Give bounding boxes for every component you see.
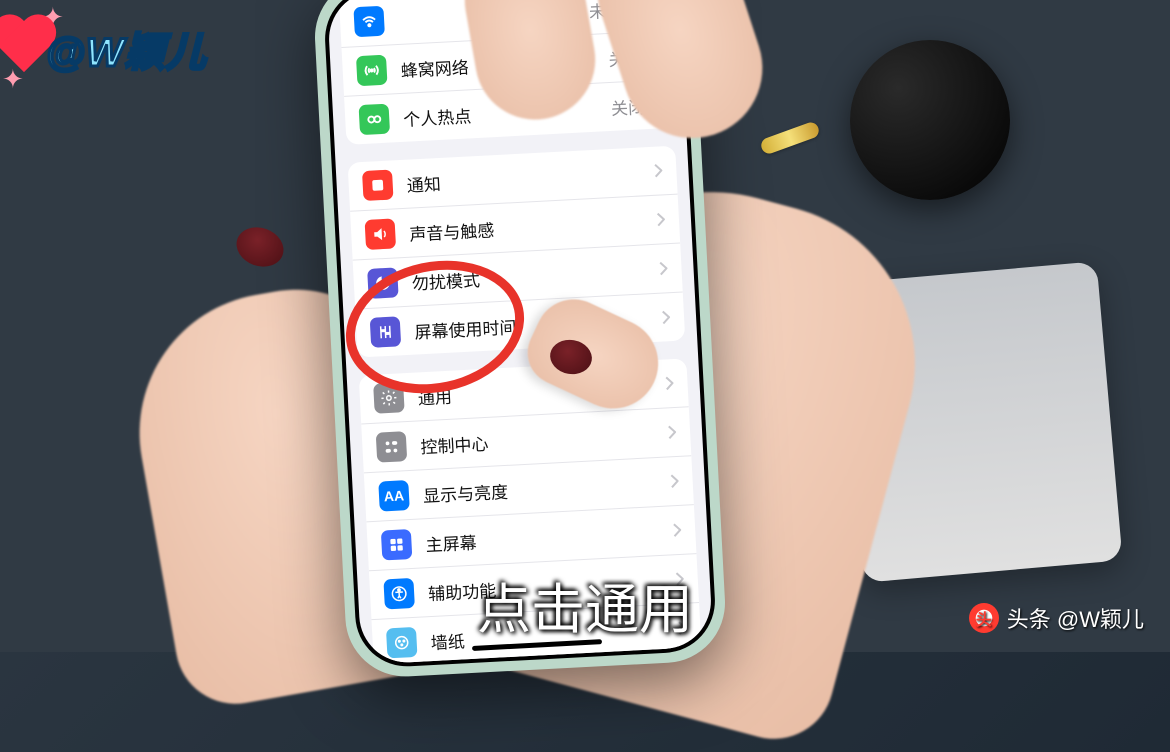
caption-text: 点击通用 bbox=[477, 565, 693, 644]
chevron-right-icon bbox=[670, 474, 679, 488]
general-icon bbox=[373, 382, 405, 414]
creator-handle: @W颖儿 bbox=[46, 20, 207, 78]
source-text: 头条 @W颖儿 bbox=[1007, 602, 1144, 634]
control-center-icon bbox=[376, 431, 408, 463]
accessibility-icon bbox=[383, 578, 415, 610]
hotspot-icon bbox=[359, 104, 391, 136]
source-attribution: 头 头条 @W颖儿 bbox=[969, 602, 1144, 634]
chevron-right-icon bbox=[662, 310, 671, 324]
wifi-icon bbox=[353, 6, 385, 38]
row-label: 勿扰模式 bbox=[411, 256, 660, 294]
notifications-icon bbox=[362, 169, 394, 201]
desk-object-round bbox=[850, 40, 1010, 200]
homescreen-icon bbox=[381, 529, 413, 561]
chevron-right-icon bbox=[665, 376, 674, 390]
chevron-right-icon bbox=[659, 261, 668, 275]
row-label: 声音与触感 bbox=[409, 207, 658, 245]
dnd-icon bbox=[367, 267, 399, 299]
row-label: 通知 bbox=[406, 158, 655, 196]
toutiao-icon: 头 bbox=[969, 603, 999, 633]
chevron-right-icon bbox=[654, 163, 663, 177]
display-icon: AA bbox=[378, 480, 410, 512]
wallpaper-icon bbox=[386, 627, 418, 659]
chevron-right-icon bbox=[657, 212, 666, 226]
screentime-icon bbox=[370, 316, 402, 348]
sounds-icon bbox=[365, 218, 397, 250]
chevron-right-icon bbox=[668, 425, 677, 439]
cellular-icon bbox=[356, 55, 388, 87]
row-label: 控制中心 bbox=[420, 420, 669, 458]
chevron-right-icon bbox=[673, 523, 682, 537]
row-label: 主屏幕 bbox=[425, 518, 674, 556]
row-label: 显示与亮度 bbox=[422, 469, 671, 507]
